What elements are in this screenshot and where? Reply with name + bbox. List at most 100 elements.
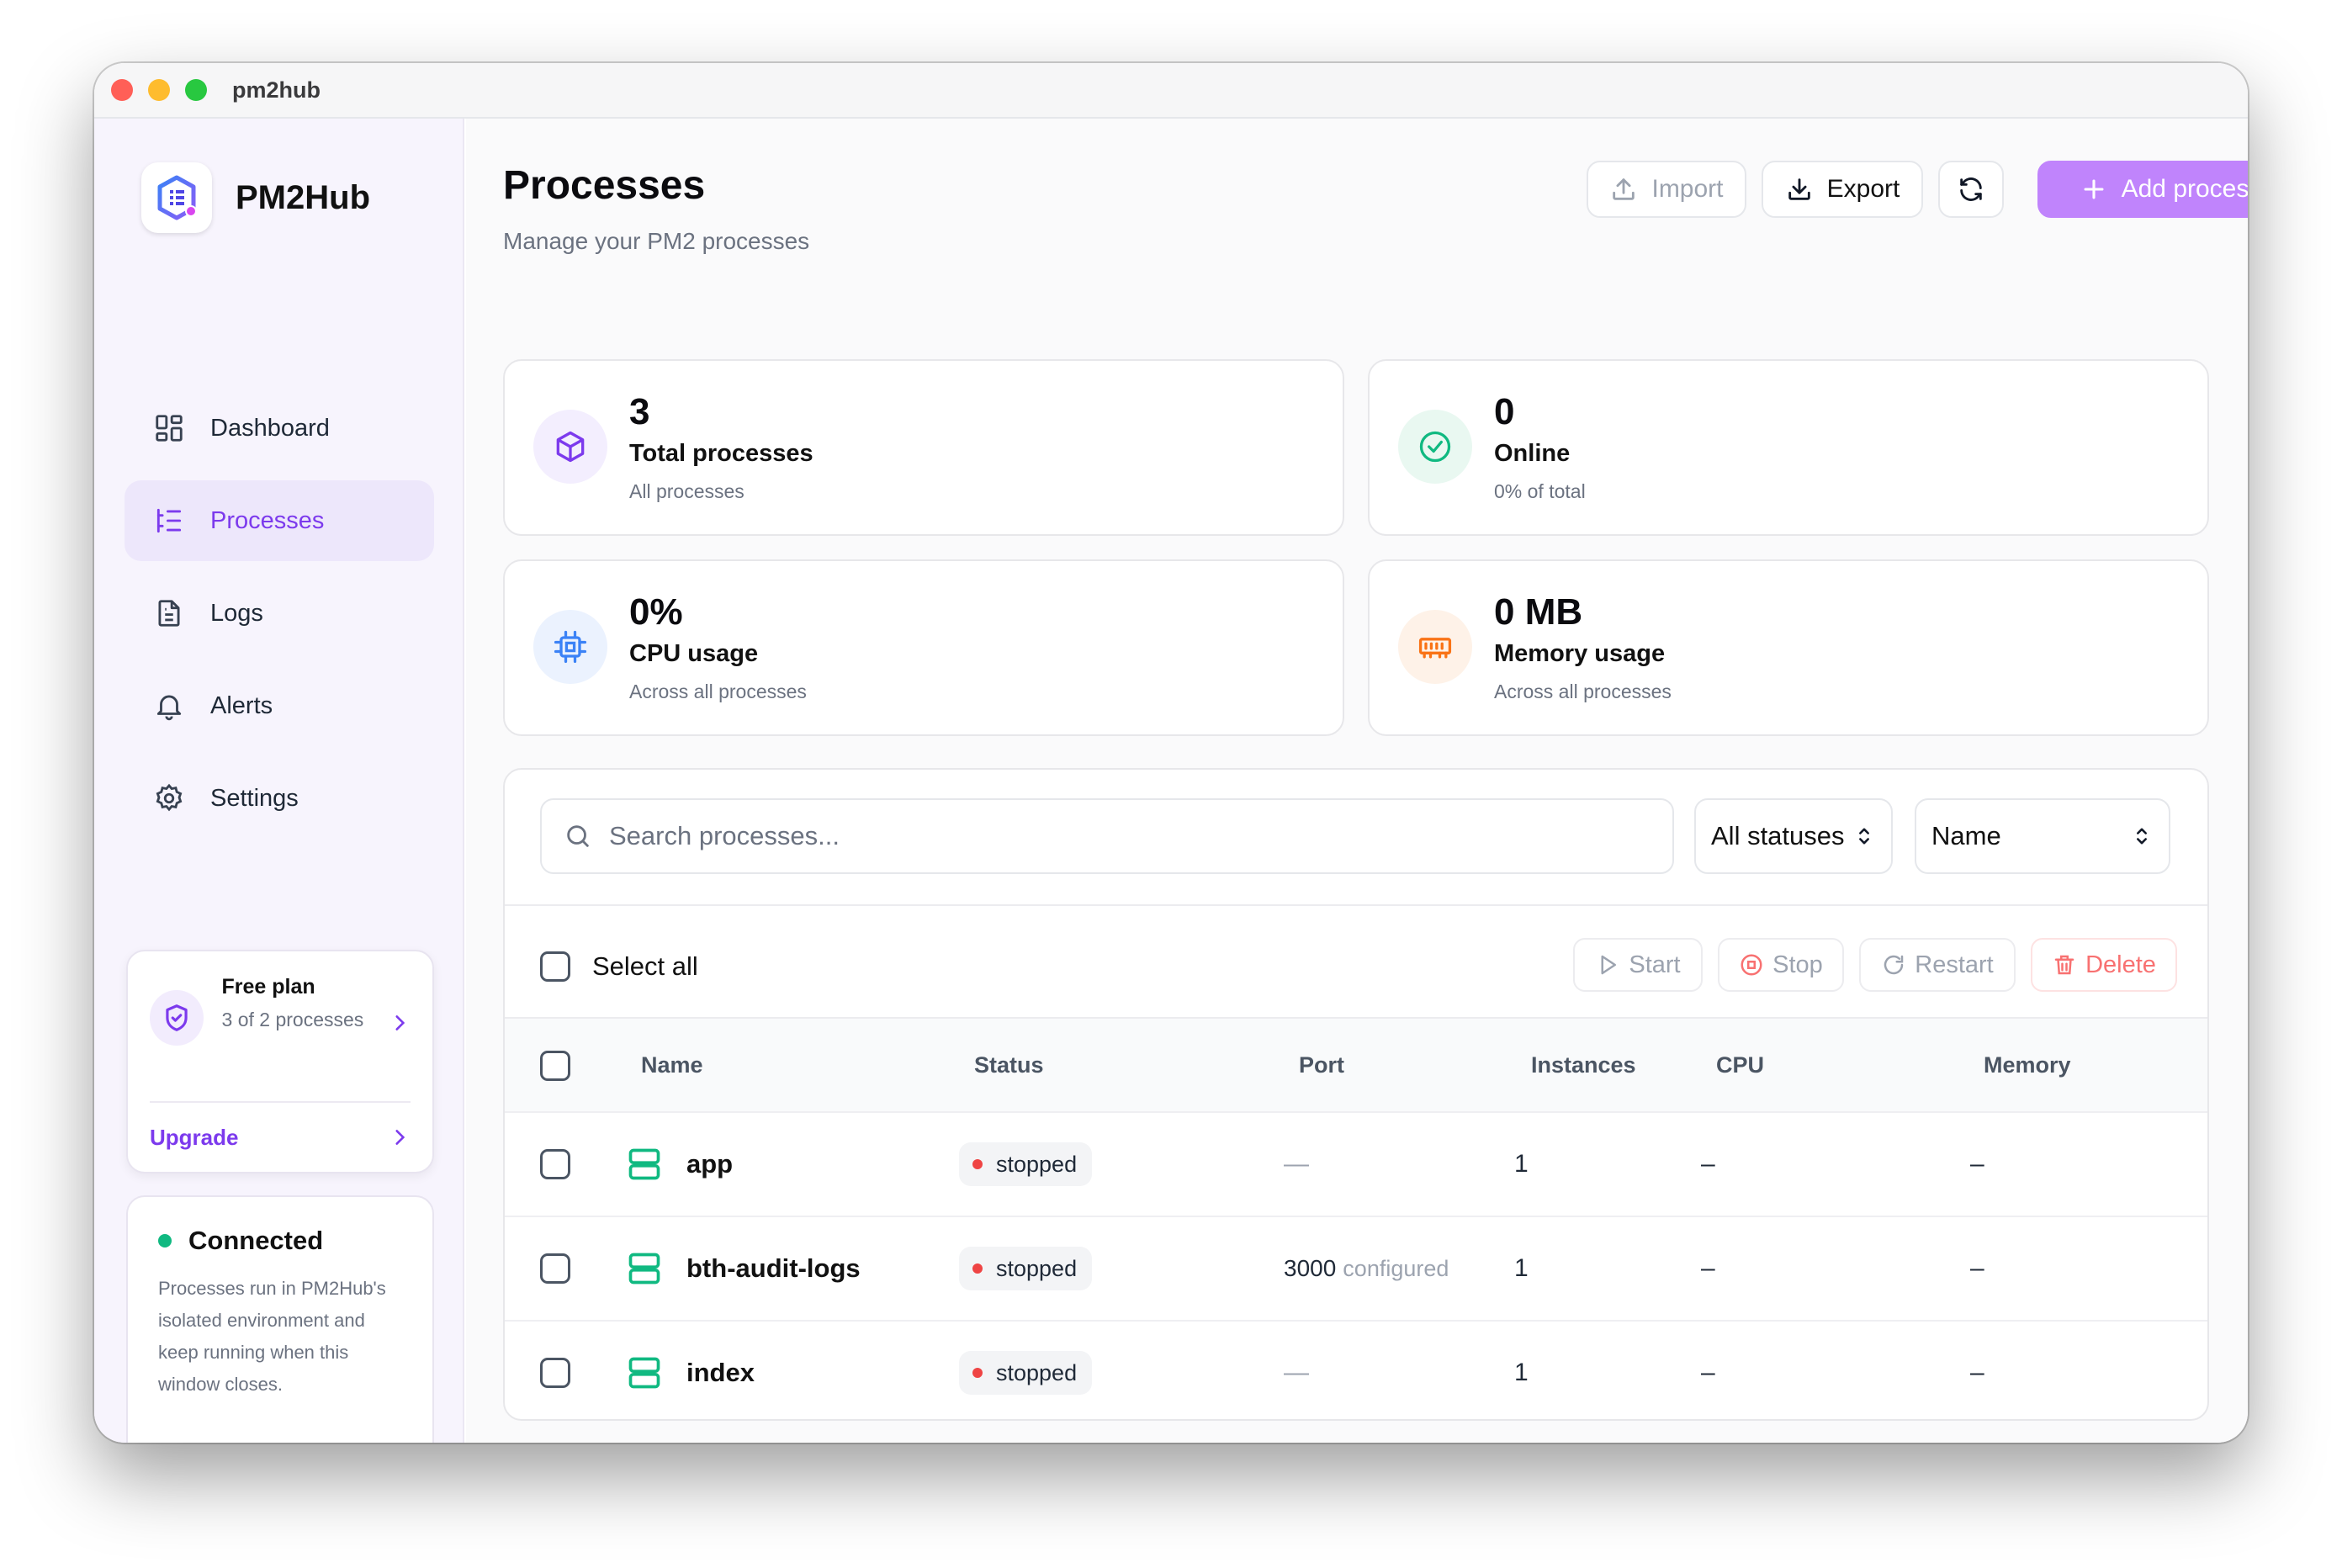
add-process-label: Add process: [2121, 175, 2248, 203]
sidebar-item-processes[interactable]: Processes: [125, 480, 434, 561]
stat-value: 0: [1494, 391, 1515, 432]
memory-value: –: [1970, 1254, 1984, 1282]
column-header-instances[interactable]: Instances: [1531, 1052, 1636, 1078]
stat-label: Online: [1494, 440, 1571, 467]
connection-description: Processes run in PM2Hub's isolated envir…: [158, 1278, 386, 1395]
stat-card-total: 3 Total processes All processes: [503, 359, 1344, 536]
sidebar-item-settings[interactable]: Settings: [125, 758, 434, 839]
table-row[interactable]: index stopped — 1 – –: [505, 1320, 2207, 1419]
export-button[interactable]: Export: [1762, 161, 1923, 218]
row-checkbox[interactable]: [540, 1149, 570, 1179]
stat-sub: 0% of total: [1494, 480, 1586, 502]
sidebar: PM2Hub Dashboard Processes Logs Alerts S…: [94, 119, 464, 1443]
import-button[interactable]: Import: [1587, 161, 1746, 218]
chevron-updown-icon: [2137, 828, 2147, 845]
status-dot: [972, 1159, 983, 1169]
sidebar-item-label: Settings: [210, 784, 299, 812]
plan-title: Free plan: [221, 975, 315, 999]
stat-label: CPU usage: [629, 640, 759, 667]
status-filter-value: All statuses: [1711, 821, 1845, 850]
sidebar-nav: Dashboard Processes Logs Alerts Settings: [125, 388, 434, 850]
start-button[interactable]: Start: [1573, 938, 1703, 992]
row-checkbox[interactable]: [540, 1253, 570, 1284]
memory-icon: [1398, 610, 1472, 684]
search-box[interactable]: [540, 798, 1674, 874]
connection-status-dot: [158, 1234, 172, 1248]
gear-icon: [156, 783, 183, 812]
sidebar-item-alerts[interactable]: Alerts: [125, 665, 434, 746]
sidebar-item-dashboard[interactable]: Dashboard: [125, 388, 434, 469]
stop-label: Stop: [1772, 951, 1823, 978]
export-label: Export: [1826, 175, 1900, 203]
stat-value: 0%: [629, 591, 683, 633]
sort-value: Name: [1931, 821, 2001, 850]
memory-value: –: [1970, 1150, 1984, 1178]
cpu-value: –: [1701, 1359, 1715, 1386]
stat-card-cpu: 0% CPU usage Across all processes: [503, 559, 1344, 736]
cpu-value: –: [1701, 1254, 1715, 1282]
status-dot: [972, 1368, 983, 1378]
header-checkbox[interactable]: [540, 1051, 570, 1081]
sidebar-item-logs[interactable]: Logs: [125, 573, 434, 654]
restart-icon: [1884, 955, 1904, 975]
row-checkbox[interactable]: [540, 1358, 570, 1388]
table-row[interactable]: bth-audit-logs stopped 3000 configured 1…: [505, 1216, 2207, 1318]
plan-usage: 3 of 2 processes: [221, 1009, 364, 1030]
bell-icon: [156, 695, 182, 721]
delete-button[interactable]: Delete: [2031, 938, 2177, 992]
sidebar-item-label: Alerts: [210, 691, 273, 719]
processes-table-card: All statuses Name Select all Start Stop: [503, 768, 2209, 1421]
stat-sub: All processes: [629, 480, 744, 502]
cpu-value: –: [1701, 1150, 1715, 1178]
add-process-button[interactable]: Add process: [2037, 161, 2248, 218]
table-header: Name Status Port Instances CPU Memory: [505, 1019, 2207, 1111]
process-name[interactable]: index: [686, 1358, 755, 1388]
cpu-icon: [533, 610, 607, 684]
plus-icon: [2084, 179, 2104, 199]
main-content: Processes Manage your PM2 processes Impo…: [466, 119, 2248, 1443]
column-header-memory[interactable]: Memory: [1984, 1052, 2071, 1078]
close-window-button[interactable]: [111, 79, 133, 101]
sidebar-item-label: Dashboard: [210, 414, 330, 442]
status-text: stopped: [996, 1359, 1078, 1385]
table-row[interactable]: app stopped — 1 – –: [505, 1111, 2207, 1214]
status-badge: stopped: [959, 1351, 1093, 1395]
stat-label: Total processes: [629, 440, 813, 467]
server-icon: [628, 1148, 660, 1180]
page-subtitle: Manage your PM2 processes: [503, 228, 810, 254]
status-filter-select[interactable]: All statuses: [1694, 798, 1893, 874]
column-header-port[interactable]: Port: [1299, 1052, 1344, 1078]
dashboard-icon: [156, 415, 183, 442]
file-icon: [158, 600, 180, 627]
minimize-window-button[interactable]: [148, 79, 170, 101]
memory-value: –: [1970, 1359, 1984, 1386]
download-icon: [1788, 178, 1810, 200]
status-dot: [972, 1263, 983, 1274]
stop-button[interactable]: Stop: [1718, 938, 1844, 992]
restart-button[interactable]: Restart: [1859, 938, 2016, 992]
divider: [505, 904, 2207, 906]
select-all[interactable]: Select all: [540, 951, 698, 982]
status-text: stopped: [996, 1255, 1078, 1281]
app-window: pm2hub PM2Hub Dashboard Processes Logs A…: [94, 63, 2248, 1443]
list-icon: [156, 508, 182, 533]
brand[interactable]: PM2Hub: [141, 162, 370, 233]
plan-summary[interactable]: Free plan 3 of 2 processes: [128, 951, 432, 1046]
chevron-updown-icon: [1859, 828, 1869, 845]
stat-sub: Across all processes: [629, 681, 807, 702]
select-all-checkbox[interactable]: [540, 951, 570, 982]
maximize-window-button[interactable]: [185, 79, 207, 101]
sort-select[interactable]: Name: [1915, 798, 2170, 874]
upgrade-link[interactable]: Upgrade: [150, 1116, 411, 1158]
column-header-name[interactable]: Name: [641, 1052, 703, 1078]
search-input[interactable]: [609, 821, 1619, 851]
column-header-status[interactable]: Status: [974, 1052, 1044, 1078]
refresh-button[interactable]: [1938, 161, 2004, 218]
sidebar-item-label: Processes: [210, 506, 325, 534]
title-bar: pm2hub: [94, 63, 2248, 119]
column-header-cpu[interactable]: CPU: [1716, 1052, 1764, 1078]
process-name[interactable]: app: [686, 1149, 733, 1179]
process-name[interactable]: bth-audit-logs: [686, 1253, 861, 1284]
stat-value: 0 MB: [1494, 591, 1583, 633]
chevron-right-icon: [395, 1130, 405, 1145]
